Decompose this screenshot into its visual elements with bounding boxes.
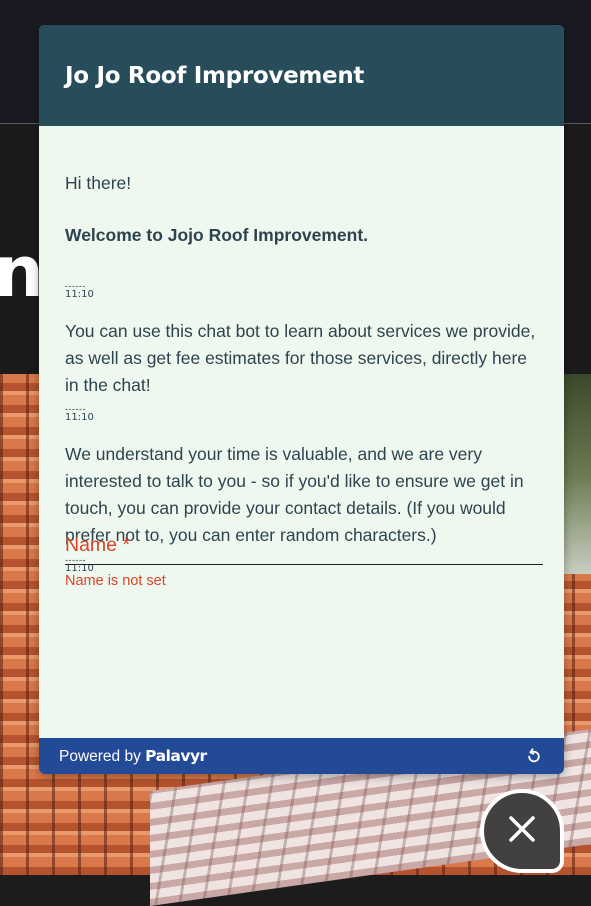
message-greeting: Hi there! [65,173,132,193]
powered-by: Powered by Palavyr [59,746,207,765]
restart-icon[interactable] [524,746,544,766]
brand-name[interactable]: Palavyr [145,747,207,765]
message-welcome: Welcome to Jojo Roof Improvement. [65,225,369,245]
chat-widget: Jo Jo Roof Improvement Hi there! Welcome… [39,25,564,774]
close-icon [507,814,537,849]
chat-footer: Powered by Palavyr [39,738,564,774]
chat-messages[interactable]: Hi there! Welcome to Jojo Roof Improveme… [39,126,564,738]
chat-header: Jo Jo Roof Improvement [39,25,564,126]
message-intro: You can use this chat bot to learn about… [65,321,536,395]
message-timestamp: ------ 11:10 [65,281,94,301]
close-chat-button[interactable] [480,789,564,873]
message-timestamp: ------ 11:10 [65,404,94,424]
name-error: Name is not set [65,573,166,589]
name-label: Name * [65,534,131,556]
chat-title: Jo Jo Roof Improvement [65,62,365,89]
background-trees [563,374,591,574]
name-field[interactable]: Name * Name is not set [65,533,543,589]
name-input-underline[interactable] [65,564,543,565]
